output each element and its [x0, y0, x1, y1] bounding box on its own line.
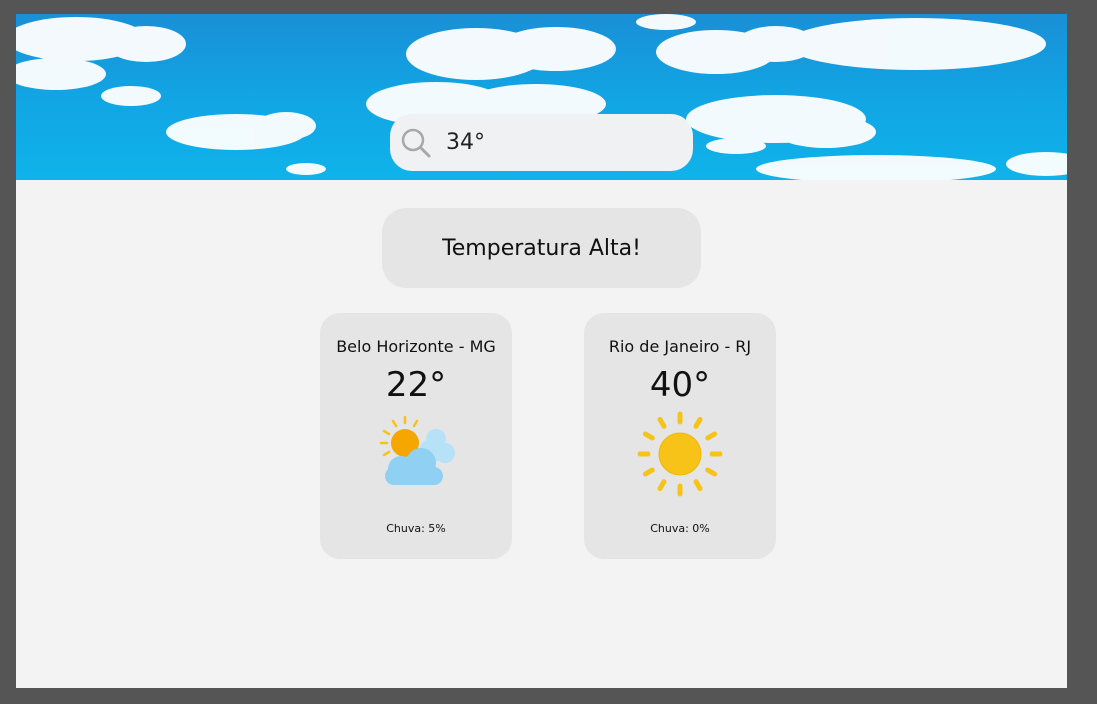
search-icon	[401, 128, 431, 158]
card-city: Belo Horizonte - MG	[336, 337, 496, 356]
card-temperature: 40°	[649, 365, 711, 405]
weather-card-rio-de-janeiro[interactable]: Rio de Janeiro - RJ 40° Chuva: 0%	[584, 313, 776, 559]
partly-cloudy-icon	[379, 415, 455, 485]
card-city: Rio de Janeiro - RJ	[608, 337, 752, 356]
sun-icon	[637, 411, 723, 497]
weather-card-belo-horizonte[interactable]: Belo Horizonte - MG 22° Chuva: 5%	[320, 313, 512, 559]
temperature-alert: Temperatura Alta!	[382, 208, 701, 288]
sky-banner	[16, 14, 1067, 180]
search-bar[interactable]	[390, 114, 693, 171]
search-input[interactable]	[446, 124, 676, 160]
card-temperature: 22°	[385, 365, 447, 405]
card-rain-chance: Chuva: 5%	[386, 522, 446, 535]
app-window: Temperatura Alta! Belo Horizonte - MG 22…	[16, 14, 1067, 688]
card-rain-chance: Chuva: 0%	[650, 522, 710, 535]
alert-text: Temperatura Alta!	[442, 235, 641, 261]
